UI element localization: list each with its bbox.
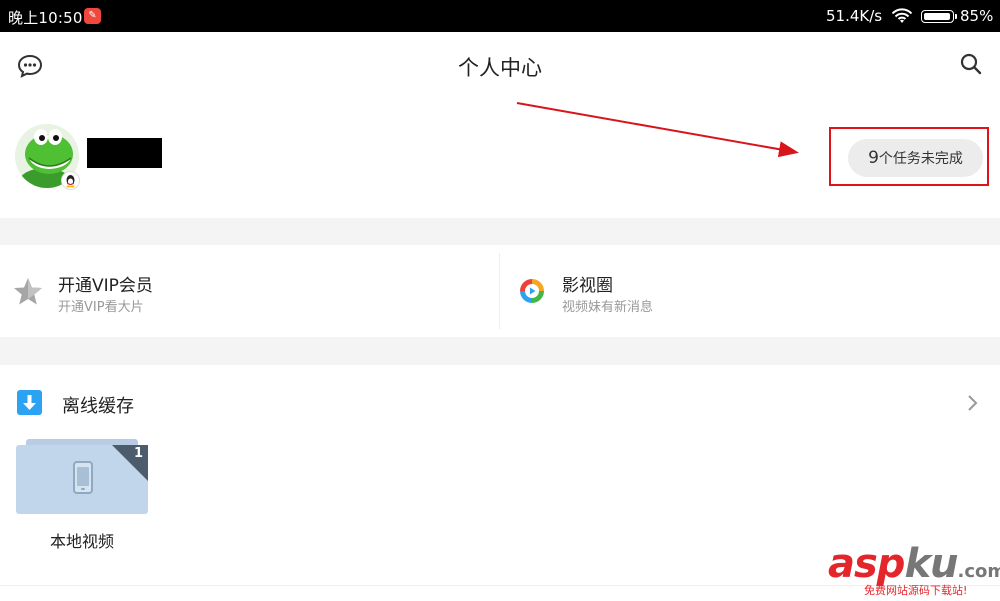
section-gap — [0, 218, 1000, 245]
vip-title: 开通VIP会员 — [58, 276, 153, 296]
battery-fill — [924, 13, 951, 20]
watermark-logo: aspku.com 免费网站源码下载站! — [828, 541, 1000, 600]
offline-cache-title: 离线缓存 — [62, 396, 134, 417]
offline-cache-row[interactable]: 离线缓存 — [0, 365, 1000, 435]
folder-count: 1 — [134, 446, 144, 461]
battery-percent: 85% — [960, 7, 994, 25]
star-icon — [14, 278, 42, 305]
section-gap — [0, 337, 1000, 365]
film-circle-item[interactable]: 影视圈 视频妹有新消息 — [500, 245, 1000, 337]
status-time: 晚上10:50 — [8, 9, 83, 27]
network-speed: 51.4K/s — [826, 7, 883, 25]
phone-screen — [77, 467, 89, 486]
local-video-folder[interactable]: 1 — [16, 439, 148, 514]
unfinished-tasks-button[interactable]: 9个任务未完成 — [848, 139, 983, 177]
battery-tip — [955, 14, 957, 19]
chevron-right-icon[interactable] — [965, 394, 979, 412]
profile-section: 9个任务未完成 — [0, 100, 1000, 218]
search-icon[interactable] — [959, 52, 983, 76]
quick-links-row: 开通VIP会员 开通VIP看大片 影视圈 视频妹有新消息 — [0, 245, 1000, 337]
phone-icon — [73, 461, 93, 494]
watermark-ku: ku — [904, 541, 958, 587]
tasks-count: 9 — [868, 148, 879, 168]
page-title: 个人中心 — [458, 56, 542, 80]
username-redacted — [87, 138, 162, 168]
watermark-asp: asp — [828, 541, 905, 587]
vip-subtitle: 开通VIP看大片 — [58, 300, 144, 315]
film-circle-icon — [520, 279, 544, 303]
watermark-tagline: 免费网站源码下载站! — [864, 584, 968, 597]
app-notification-icon: ✎ — [84, 8, 101, 24]
tasks-text: 个任务未完成 — [878, 151, 963, 167]
vip-membership-item[interactable]: 开通VIP会员 开通VIP看大片 — [0, 245, 499, 337]
battery-icon — [921, 10, 957, 23]
watermark-suffix: .com — [957, 561, 1000, 582]
download-icon — [17, 390, 42, 415]
wifi-icon — [891, 8, 913, 23]
phone-home-button — [81, 488, 85, 490]
film-circle-subtitle: 视频妹有新消息 — [562, 300, 654, 315]
qq-badge-icon — [61, 171, 80, 190]
header: 个人中心 — [0, 32, 1000, 100]
local-video-label: 本地视频 — [49, 532, 114, 551]
film-circle-title: 影视圈 — [562, 276, 613, 296]
status-bar: 晚上10:50 ✎ 51.4K/s 85% — [0, 0, 1000, 32]
